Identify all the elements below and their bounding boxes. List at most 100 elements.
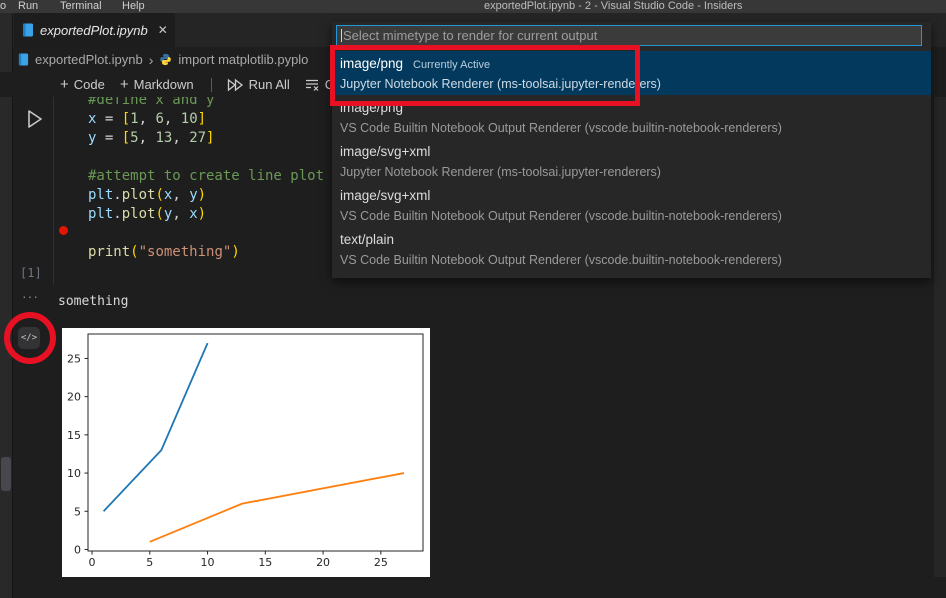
code-token: , — [172, 206, 189, 222]
svg-text:25: 25 — [374, 556, 388, 569]
output-text: something — [58, 294, 128, 309]
more-actions-icon[interactable]: ··· — [22, 288, 39, 304]
code-token: , — [172, 130, 189, 146]
notebook-icon — [18, 53, 29, 66]
code-token: plot — [122, 187, 156, 203]
code-token: print — [88, 244, 130, 260]
quickpick-item-label: image/svg+xml — [340, 144, 430, 159]
add-markdown-button[interactable]: + Markdown — [120, 76, 194, 93]
quickpick-item-text-plain-4[interactable]: text/plain VS Code Builtin Notebook Outpu… — [332, 227, 931, 271]
svg-text:20: 20 — [316, 556, 330, 569]
code-token: #attempt to create line plot of — [88, 168, 349, 184]
add-markdown-label: Markdown — [134, 77, 194, 92]
code-token: = — [96, 130, 121, 146]
run-cell-button[interactable] — [26, 108, 46, 130]
editor-scrollbar[interactable] — [934, 97, 946, 577]
currently-active-badge: Currently Active — [413, 59, 490, 71]
quickpick-placeholder: Select mimetype to render for current ou… — [343, 28, 597, 43]
plot-svg: 05101520250510152025 — [62, 328, 430, 577]
code-line[interactable]: print("something") — [88, 243, 349, 262]
vscode-window: o Run Terminal Help exportedPlot.ipynb -… — [0, 0, 946, 598]
tab-label: exportedPlot.ipynb — [40, 23, 148, 38]
code-line[interactable]: #attempt to create line plot of — [88, 167, 349, 186]
code-token: 5 — [130, 130, 138, 146]
breadcrumb-symbol[interactable]: import matplotlib.pyplo — [178, 52, 308, 67]
code-line[interactable] — [88, 148, 349, 167]
code-lines: #define x and yx = [1, 6, 10]y = [5, 13,… — [88, 91, 349, 262]
code-token: 1 — [130, 111, 138, 127]
breadcrumb-file[interactable]: exportedPlot.ipynb — [35, 52, 143, 67]
code-line[interactable] — [88, 224, 349, 243]
menu-item-help[interactable]: Help — [122, 0, 145, 13]
code-renderer-button[interactable]: </> — [18, 327, 40, 349]
svg-text:5: 5 — [146, 556, 153, 569]
chevron-right-icon: › — [149, 52, 154, 68]
code-token: [ — [122, 130, 130, 146]
quickpick-item-image-png-0[interactable]: image/png Currently Active Jupyter Noteboo… — [332, 51, 931, 95]
clear-outputs-icon — [305, 78, 320, 91]
svg-text:5: 5 — [74, 505, 81, 518]
quickpick-item-label: text/plain — [340, 232, 394, 247]
code-token: , — [172, 187, 189, 203]
execution-count: [1] — [20, 266, 42, 280]
code-line[interactable]: plt.plot(x, y) — [88, 186, 349, 205]
quickpick-item-label: image/png — [340, 56, 403, 71]
cell-left-border — [53, 95, 54, 285]
code-line[interactable]: plt.plot(y, x) — [88, 205, 349, 224]
code-token: [ — [122, 111, 130, 127]
toolbar-divider — [211, 78, 212, 92]
code-token: y — [189, 187, 197, 203]
add-code-label: Code — [74, 77, 105, 92]
svg-text:20: 20 — [67, 391, 81, 404]
quickpick-item-image-svg-xml-2[interactable]: image/svg+xmlJupyter Notebook Renderer (… — [332, 139, 931, 183]
code-token: 13 — [155, 130, 172, 146]
menu-item-partial[interactable]: o — [0, 0, 6, 13]
window-title: exportedPlot.ipynb - 2 - Visual Studio C… — [484, 0, 742, 13]
svg-text:0: 0 — [89, 556, 96, 569]
code-token: ( — [155, 206, 163, 222]
code-token: , — [139, 111, 156, 127]
svg-text:25: 25 — [67, 352, 81, 365]
code-token: 27 — [189, 130, 206, 146]
quickpick-input[interactable]: Select mimetype to render for current ou… — [336, 25, 922, 46]
quickpick-item-detail: Jupyter Notebook Renderer (ms-toolsai.ju… — [340, 77, 931, 91]
code-token: ( — [130, 244, 138, 260]
add-icon: + — [120, 76, 129, 93]
svg-text:10: 10 — [67, 467, 81, 480]
text-caret-icon — [341, 29, 342, 42]
rail-divider — [12, 13, 13, 598]
run-all-icon — [227, 78, 244, 92]
quickpick-item-label: image/svg+xml — [340, 188, 430, 203]
quickpick-item-image-svg-xml-3[interactable]: image/svg+xml VS Code Builtin Notebook Ou… — [332, 183, 931, 227]
scrollbar-thumb[interactable] — [1, 457, 11, 491]
breakpoint-icon[interactable] — [59, 226, 68, 235]
close-icon[interactable]: ✕ — [158, 23, 168, 37]
code-token: ) — [198, 206, 206, 222]
code-token: ( — [155, 187, 163, 203]
run-all-label: Run All — [249, 77, 290, 92]
add-code-button[interactable]: + Code — [60, 76, 105, 93]
code-line[interactable]: x = [1, 6, 10] — [88, 110, 349, 129]
add-icon: + — [60, 76, 69, 93]
quickpick-item-label: image/png — [340, 100, 403, 115]
code-token: plot — [122, 206, 156, 222]
menu-item-run[interactable]: Run — [18, 0, 38, 13]
quickpick-item-detail: VS Code Builtin Notebook Output Renderer… — [340, 121, 931, 135]
code-token: 6 — [155, 111, 163, 127]
run-all-button[interactable]: Run All — [227, 77, 290, 92]
svg-text:15: 15 — [258, 556, 272, 569]
code-token: "something" — [139, 244, 232, 260]
quickpick-item-detail: VS Code Builtin Notebook Output Renderer… — [340, 209, 931, 223]
menu-item-terminal[interactable]: Terminal — [60, 0, 102, 13]
left-rail — [0, 13, 12, 598]
tab-exportedplot[interactable]: exportedPlot.ipynb ✕ — [14, 13, 175, 47]
python-icon — [159, 53, 172, 66]
code-line[interactable]: y = [5, 13, 27] — [88, 129, 349, 148]
svg-text:15: 15 — [67, 429, 81, 442]
quickpick-item-image-png-1[interactable]: image/png VS Code Builtin Notebook Output… — [332, 95, 931, 139]
code-token: 10 — [181, 111, 198, 127]
code-token: . — [113, 206, 121, 222]
code-token: = — [96, 111, 121, 127]
code-token: x — [189, 206, 197, 222]
quickpick-item-detail: VS Code Builtin Notebook Output Renderer… — [340, 253, 931, 267]
